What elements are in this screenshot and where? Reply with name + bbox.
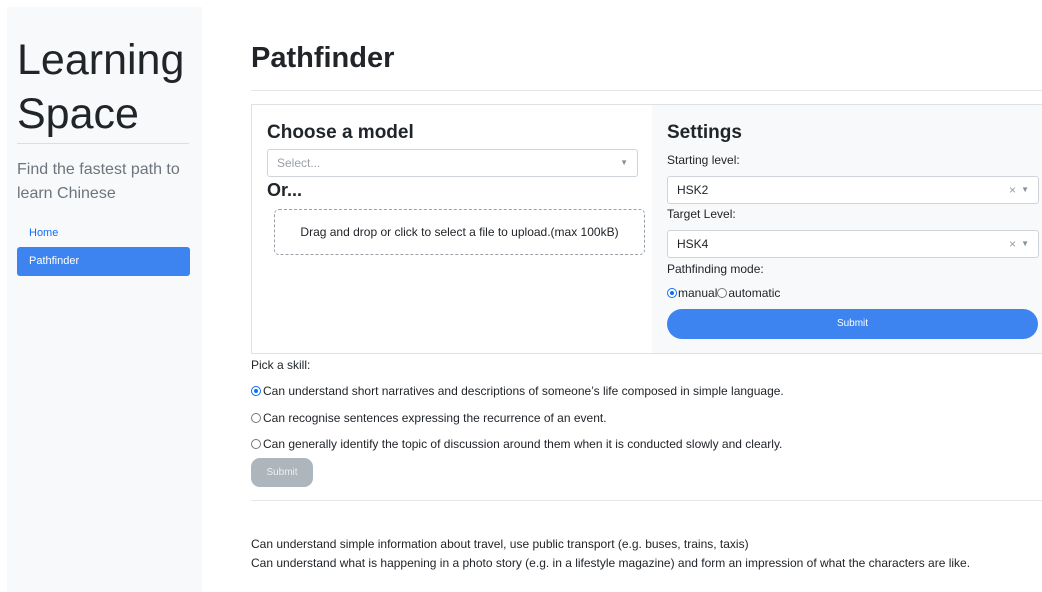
chevron-down-icon: ▼ [620, 158, 628, 167]
pathfinding-mode-options: manual automatic [667, 286, 780, 300]
file-upload-dropzone[interactable]: Drag and drop or click to select a file … [274, 209, 645, 255]
skill-radio[interactable] [251, 439, 261, 449]
brand-line-1: Learning [17, 36, 185, 84]
close-icon[interactable]: × [1009, 177, 1016, 203]
skill-radio[interactable] [251, 386, 261, 396]
starting-level-select[interactable]: HSK2 × ▼ [667, 176, 1039, 204]
brand-title: Learning Space [17, 33, 197, 141]
model-panel: Choose a model Select... ▼ Or... Drag an… [251, 104, 653, 354]
target-level-value: HSK4 [677, 237, 709, 251]
target-level-select[interactable]: HSK4 × ▼ [667, 230, 1039, 258]
pick-skill-label: Pick a skill: [251, 358, 311, 372]
close-icon[interactable]: × [1009, 231, 1016, 257]
skill-option[interactable]: Can understand short narratives and desc… [251, 384, 784, 398]
model-select[interactable]: Select... ▼ [267, 149, 638, 177]
model-heading: Choose a model [267, 122, 414, 143]
result-line: Can understand simple information about … [251, 537, 749, 551]
mode-automatic-radio[interactable] [717, 288, 728, 298]
skill-option-label[interactable]: Can generally identify the topic of disc… [263, 437, 782, 451]
title-divider [251, 90, 1042, 91]
chevron-down-icon: ▼ [1021, 239, 1029, 248]
skill-option-label[interactable]: Can understand short narratives and desc… [263, 384, 784, 398]
nav-item-pathfinder[interactable]: Pathfinder [17, 247, 190, 276]
results-divider [251, 500, 1042, 501]
mode-manual-label[interactable]: manual [678, 286, 717, 300]
skill-submit-button[interactable]: Submit [251, 458, 313, 487]
model-select-placeholder: Select... [277, 156, 321, 170]
sidebar-tagline: Find the fastest path to learn Chinese [17, 161, 180, 202]
target-level-label: Target Level: [667, 207, 736, 221]
starting-level-label: Starting level: [667, 153, 740, 167]
starting-level-value: HSK2 [677, 183, 709, 197]
nav-item-home[interactable]: Home [17, 219, 190, 248]
skill-option[interactable]: Can generally identify the topic of disc… [251, 437, 782, 451]
or-label: Or... [267, 180, 303, 200]
brand-line-2: Space [17, 90, 139, 138]
result-line: Can understand what is happening in a ph… [251, 556, 971, 570]
mode-manual-radio[interactable] [667, 288, 677, 298]
sidebar: Learning Space Find the fastest path to … [7, 7, 202, 592]
pathfinding-mode-label: Pathfinding mode: [667, 262, 764, 276]
mode-automatic-label[interactable]: automatic [728, 286, 780, 300]
settings-heading: Settings [667, 122, 742, 143]
sidebar-divider [17, 143, 189, 144]
skill-option[interactable]: Can recognise sentences expressing the r… [251, 411, 607, 425]
page-title: Pathfinder [251, 42, 395, 74]
skill-radio[interactable] [251, 413, 261, 423]
settings-panel: Settings Starting level: HSK2 × ▼ Target… [652, 104, 1042, 354]
skill-option-label[interactable]: Can recognise sentences expressing the r… [263, 411, 607, 425]
chevron-down-icon: ▼ [1021, 185, 1029, 194]
settings-submit-button[interactable]: Submit [667, 309, 1038, 339]
